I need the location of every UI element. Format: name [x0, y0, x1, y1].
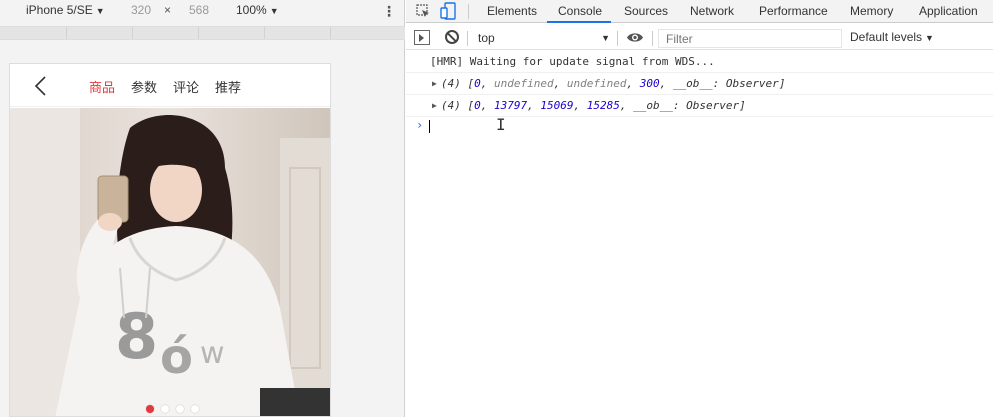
device-select[interactable]: iPhone 5/SE ▼: [26, 3, 105, 17]
tab-memory[interactable]: Memory: [850, 4, 893, 18]
product-tabs: 商品 参数 评论 推荐: [89, 77, 257, 96]
carousel-dot[interactable]: [176, 405, 184, 413]
array-item: __ob__: Observer: [672, 77, 779, 90]
tab-elements[interactable]: Elements: [487, 4, 537, 18]
console-message: [HMR] Waiting for update signal from WDS…: [406, 51, 993, 73]
array-length: (4): [441, 99, 461, 112]
array-length: (4): [441, 77, 461, 90]
device-pane: iPhone 5/SE ▼ 320 × 568 100% ▼ ⋮ 商品 参数 评论 …: [0, 0, 405, 417]
tab-performance[interactable]: Performance: [759, 4, 828, 18]
expand-arrow-icon[interactable]: ▶: [432, 73, 437, 95]
expand-arrow-icon[interactable]: ▶: [432, 95, 437, 117]
carousel-dot[interactable]: [191, 405, 199, 413]
tab-sources[interactable]: Sources: [624, 4, 668, 18]
console-output: [HMR] Waiting for update signal from WDS…: [406, 51, 993, 417]
tab-network[interactable]: Network: [690, 4, 734, 18]
array-item: 300: [639, 77, 660, 90]
tab-console[interactable]: Console: [558, 4, 602, 18]
devtools-tab-bar: Elements Console Sources Network Perform…: [406, 0, 993, 23]
array-item: 0: [474, 77, 481, 90]
zoom-value: 100%: [236, 3, 267, 17]
chevron-down-icon: ▼: [95, 6, 105, 16]
zoom-select[interactable]: 100% ▼: [236, 3, 279, 17]
console-message[interactable]: ▶ (4) [0, undefined, undefined, 300, __o…: [406, 73, 993, 95]
console-prompt-icon: ›: [416, 118, 424, 132]
chevron-down-icon: ▼: [269, 6, 279, 16]
log-text: [HMR] Waiting for update signal from WDS…: [430, 55, 715, 68]
eye-icon[interactable]: [626, 31, 644, 44]
svg-text:8: 8: [115, 300, 158, 373]
dimension-separator: ×: [164, 3, 172, 17]
product-image-carousel[interactable]: 8 ó w: [10, 108, 330, 416]
media-query-ruler[interactable]: [0, 26, 405, 40]
chevron-down-icon: ▼: [601, 33, 610, 43]
carousel-indicators: [10, 405, 330, 413]
array-item: 13797: [494, 99, 528, 112]
svg-text:ó: ó: [160, 329, 193, 385]
device-toolbar: iPhone 5/SE ▼ 320 × 568 100% ▼ ⋮: [0, 0, 404, 23]
console-input[interactable]: [429, 120, 430, 133]
tab-application[interactable]: Application: [919, 4, 978, 18]
array-item: 15285: [586, 99, 620, 112]
width-input[interactable]: 320: [131, 3, 151, 17]
devtools-panel: Elements Console Sources Network Perform…: [406, 0, 993, 417]
array-item: undefined: [566, 77, 627, 90]
tab-params[interactable]: 参数: [131, 77, 157, 96]
tab-comments[interactable]: 评论: [173, 77, 199, 96]
device-viewport: 商品 参数 评论 推荐 8 ó w: [9, 63, 331, 417]
console-toolbar: top▼ Default levels▼: [406, 26, 993, 50]
tab-recommend[interactable]: 推荐: [215, 77, 241, 96]
context-value: top: [478, 31, 495, 45]
array-item: __ob__: Observer: [633, 99, 740, 112]
console-message[interactable]: ▶ (4) [0, 13797, 15069, 15285, __ob__: O…: [406, 95, 993, 117]
tab-goods[interactable]: 商品: [89, 77, 115, 96]
array-item: 15069: [540, 99, 574, 112]
back-arrow-icon[interactable]: [32, 75, 50, 97]
product-nav-bar: 商品 参数 评论 推荐: [10, 64, 330, 107]
log-levels-value: Default levels: [850, 30, 923, 44]
carousel-dot[interactable]: [146, 405, 154, 413]
array-item: undefined: [494, 77, 554, 90]
device-toggle-icon[interactable]: [440, 2, 456, 20]
carousel-dot[interactable]: [161, 405, 169, 413]
log-levels-select[interactable]: Default levels ▼: [850, 30, 934, 44]
context-select[interactable]: top ▼: [472, 29, 610, 47]
clear-console-icon[interactable]: [445, 30, 459, 44]
text-cursor-icon: I: [496, 115, 506, 134]
more-options-icon[interactable]: ⋮: [382, 2, 396, 20]
height-input[interactable]: 568: [189, 3, 209, 17]
chevron-down-icon: ▼: [925, 33, 934, 43]
product-photo: 8 ó w: [10, 108, 330, 416]
filter-input[interactable]: [658, 29, 842, 48]
svg-text:w: w: [200, 336, 225, 371]
device-name: iPhone 5/SE: [26, 3, 93, 17]
array-item: 0: [474, 99, 481, 112]
inspect-element-icon[interactable]: [416, 4, 430, 18]
show-sidebar-icon[interactable]: [414, 30, 430, 45]
active-tab-indicator: [547, 21, 611, 23]
